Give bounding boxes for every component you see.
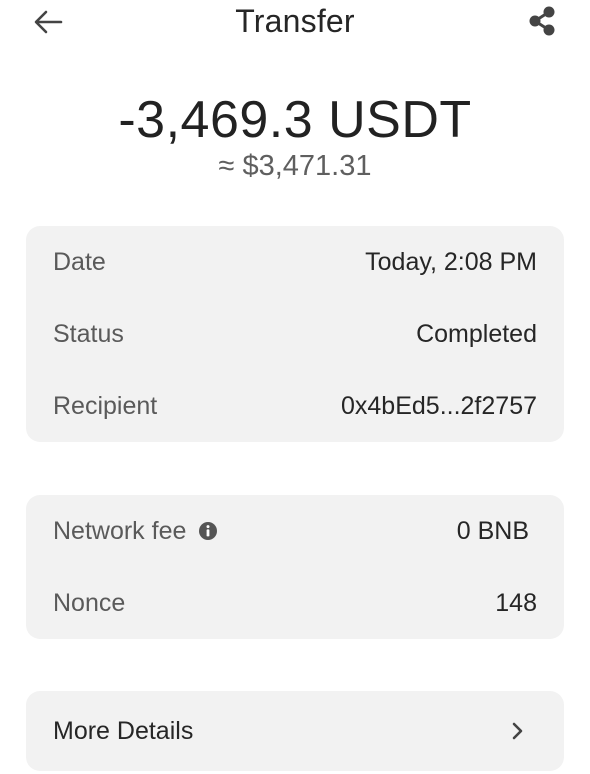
fee-info-card: Network fee 0 BNB Nonce 148: [26, 495, 564, 639]
network-fee-label-group: Network fee: [53, 517, 218, 546]
share-icon: [527, 5, 557, 42]
chevron-right-icon: [511, 721, 525, 741]
page-title: Transfer: [235, 3, 355, 39]
status-value: Completed: [416, 319, 537, 348]
more-details-button[interactable]: More Details: [26, 691, 564, 771]
top-bar: Transfer: [0, 0, 590, 46]
status-row: Status Completed: [53, 316, 537, 352]
recipient-address[interactable]: 0x4bEd5...2f2757: [341, 392, 537, 421]
status-label: Status: [53, 319, 124, 348]
fiat-equivalent: ≈ $3,471.31: [218, 150, 372, 182]
network-fee-row: Network fee 0 BNB: [53, 513, 537, 549]
share-button[interactable]: [522, 4, 562, 42]
date-label: Date: [53, 247, 106, 276]
more-details-row: More Details: [53, 713, 537, 749]
transaction-detail-screen: Transfer -3,469.3 USDT ≈ $3,471.31 Date …: [0, 0, 590, 774]
date-row: Date Today, 2:08 PM: [53, 244, 537, 280]
network-fee-label: Network fee: [53, 516, 187, 545]
nonce-row: Nonce 148: [53, 585, 537, 621]
date-value: Today, 2:08 PM: [365, 247, 537, 276]
recipient-label: Recipient: [53, 391, 158, 420]
info-icon[interactable]: [198, 521, 218, 541]
recipient-row[interactable]: Recipient 0x4bEd5...2f2757: [53, 388, 537, 424]
more-details-label: More Details: [53, 716, 194, 745]
transaction-info-card: Date Today, 2:08 PM Status Completed Rec…: [26, 226, 564, 442]
transfer-amount: -3,469.3 USDT: [118, 91, 472, 149]
nonce-label: Nonce: [53, 588, 126, 617]
network-fee-value: 0 BNB: [456, 516, 529, 545]
nonce-value: 148: [495, 588, 537, 617]
